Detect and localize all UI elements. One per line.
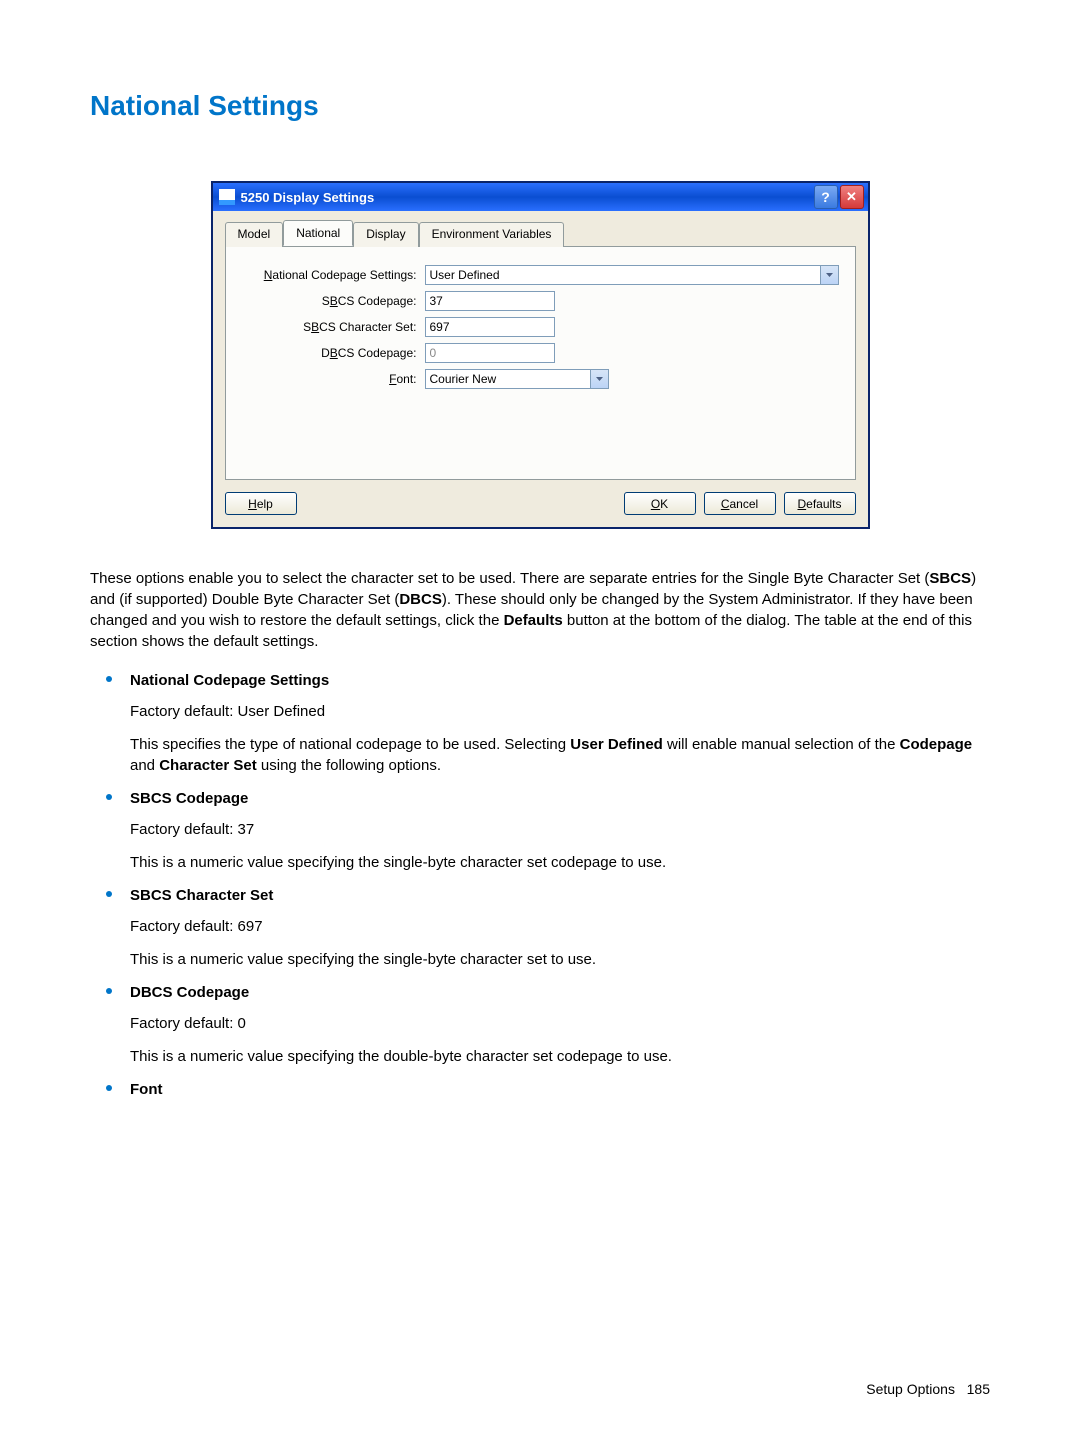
page-heading: National Settings	[90, 90, 990, 122]
defaults-button[interactable]: Defaults	[784, 492, 856, 515]
font-combo[interactable]	[425, 369, 609, 389]
font-input[interactable]	[425, 369, 590, 389]
page-footer: Setup Options 185	[866, 1381, 990, 1397]
settings-dialog: 5250 Display Settings ? ✕ Model National…	[212, 182, 869, 528]
chevron-down-icon[interactable]	[590, 369, 609, 389]
help-icon[interactable]: ?	[814, 185, 838, 209]
ncs-label: National Codepage Settings:	[242, 268, 425, 282]
dbcs-cp-input	[425, 343, 555, 363]
list-item: SBCS Codepage Factory default: 37 This i…	[90, 788, 990, 873]
app-icon	[219, 189, 235, 205]
bullet-icon	[106, 794, 112, 800]
tab-panel-national: National Codepage Settings: SBCS Codepag…	[225, 246, 856, 480]
bullet-icon	[106, 1085, 112, 1091]
sbcs-cs-label: SBCS Character Set:	[242, 320, 425, 334]
ncs-input[interactable]	[425, 265, 820, 285]
intro-paragraph: These options enable you to select the c…	[90, 568, 990, 652]
list-item: Font	[90, 1079, 990, 1100]
item-title: DBCS Codepage	[130, 982, 990, 1003]
item-title: Font	[130, 1079, 990, 1100]
help-button[interactable]: Help	[225, 492, 297, 515]
dialog-title: 5250 Display Settings	[241, 190, 375, 205]
sbcs-cp-label: SBCS Codepage:	[242, 294, 425, 308]
ncs-combo[interactable]	[425, 265, 839, 285]
item-title: SBCS Character Set	[130, 885, 990, 906]
font-label: Font:	[242, 372, 425, 386]
tab-national[interactable]: National	[283, 220, 353, 246]
dbcs-cp-label: DBCS Codepage:	[242, 346, 425, 360]
chevron-down-icon[interactable]	[820, 265, 839, 285]
tab-display[interactable]: Display	[353, 222, 418, 247]
list-item: SBCS Character Set Factory default: 697 …	[90, 885, 990, 970]
cancel-button[interactable]: Cancel	[704, 492, 776, 515]
item-title: National Codepage Settings	[130, 670, 990, 691]
tab-strip: Model National Display Environment Varia…	[225, 222, 856, 247]
sbcs-cs-input[interactable]	[425, 317, 555, 337]
list-item: DBCS Codepage Factory default: 0 This is…	[90, 982, 990, 1067]
ok-button[interactable]: OK	[624, 492, 696, 515]
bullet-icon	[106, 988, 112, 994]
tab-env-vars[interactable]: Environment Variables	[419, 222, 565, 247]
list-item: National Codepage Settings Factory defau…	[90, 670, 990, 776]
bullet-icon	[106, 891, 112, 897]
close-icon[interactable]: ✕	[840, 185, 864, 209]
tab-model[interactable]: Model	[225, 222, 284, 247]
sbcs-cp-input[interactable]	[425, 291, 555, 311]
titlebar: 5250 Display Settings ? ✕	[213, 183, 868, 211]
bullet-icon	[106, 676, 112, 682]
item-title: SBCS Codepage	[130, 788, 990, 809]
